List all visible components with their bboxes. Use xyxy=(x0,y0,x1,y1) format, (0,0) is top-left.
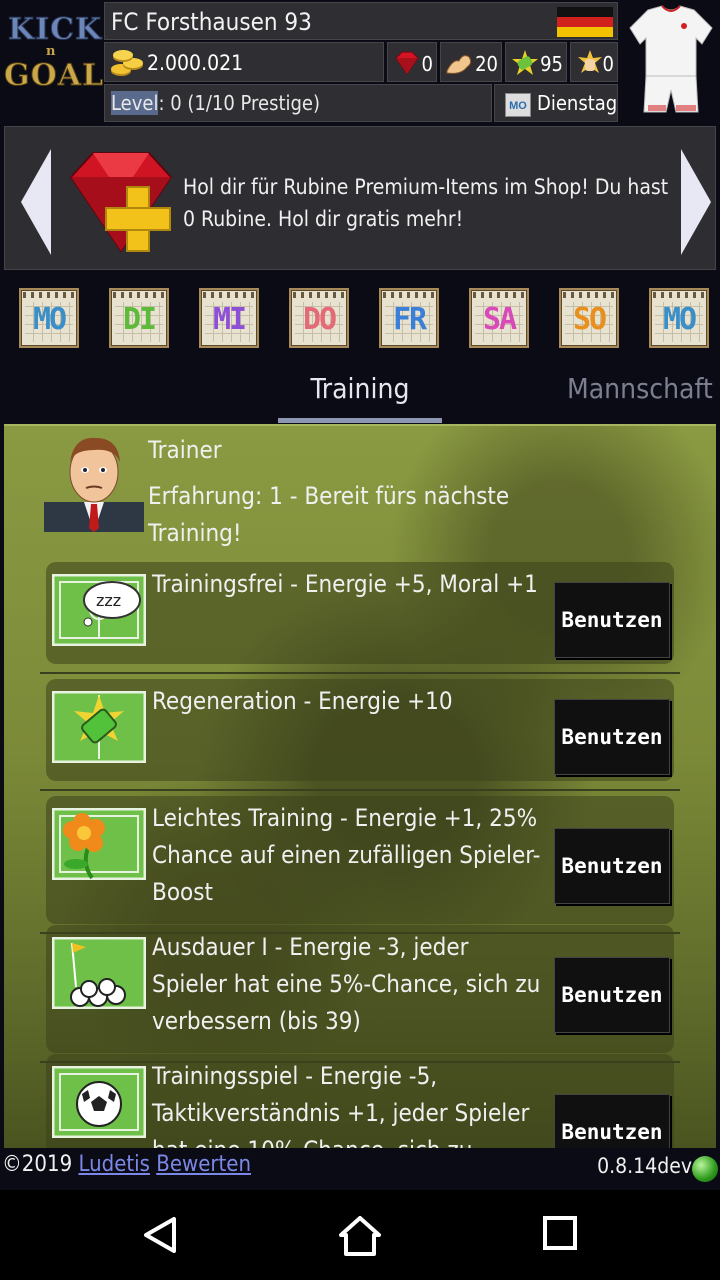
training-description: Ausdauer I - Energie -3, jeder Spieler h… xyxy=(152,929,550,1040)
club-name: FC Forsthausen 93 xyxy=(111,8,312,36)
level-value: : 0 (1/10 Prestige) xyxy=(158,91,321,115)
current-day: Dienstag xyxy=(537,91,618,115)
stat3-panel[interactable]: 95 xyxy=(505,42,567,82)
calendar-day-label: FR xyxy=(392,302,427,337)
training-row: zzz Trainingsfrei - Energie +5, Moral +1 B… xyxy=(40,562,680,674)
ruby-icon xyxy=(395,51,419,75)
stat3-value: 95 xyxy=(540,52,563,76)
app-screen: KICK n GOAL FC Forsthausen 93 2.000.021 … xyxy=(0,0,720,1190)
row-divider xyxy=(40,672,680,674)
flower-icon xyxy=(52,808,146,880)
training-row: Trainingsspiel - Energie -5, Taktikverst… xyxy=(46,1054,674,1148)
level-panel[interactable]: Level: 0 (1/10 Prestige) xyxy=(104,84,492,122)
club-name-panel[interactable]: FC Forsthausen 93 xyxy=(104,2,618,40)
calendar-day-label: SA xyxy=(482,302,517,337)
trainer-experience: Erfahrung: 1 - Bereit fürs nächste Train… xyxy=(148,482,510,547)
strength-panel[interactable]: 20 xyxy=(440,42,502,82)
training-row: Regeneration - Energie +10 Benutzen xyxy=(40,679,680,791)
calendar-day-7[interactable]: MO xyxy=(649,288,709,348)
training-name: Trainingsspiel xyxy=(152,1062,299,1090)
version-text: 0.8.14dev xyxy=(597,1154,692,1178)
android-nav-bar xyxy=(0,1190,720,1280)
training-description: Trainingsspiel - Energie -5, Taktikverst… xyxy=(152,1058,550,1148)
tab-training[interactable]: Training xyxy=(278,372,442,405)
training-description: Leichtes Training - Energie +1, 25% Chan… xyxy=(152,800,550,911)
money-panel[interactable]: 2.000.021 xyxy=(104,42,384,82)
online-status-icon xyxy=(692,1156,718,1182)
ludetis-link[interactable]: Ludetis xyxy=(78,1152,150,1177)
row-divider xyxy=(40,789,680,791)
home-icon[interactable] xyxy=(338,1215,382,1257)
recents-icon[interactable] xyxy=(542,1215,578,1251)
training-name: Ausdauer I xyxy=(152,933,268,961)
calendar-day-label: MI xyxy=(212,302,247,337)
use-training-button[interactable]: Benutzen xyxy=(554,1094,670,1148)
calendar-day-label: DO xyxy=(302,302,337,337)
calendar-day-3[interactable]: DO xyxy=(289,288,349,348)
hand-burst-icon xyxy=(578,50,602,73)
training-effect: - Energie +10 xyxy=(296,687,453,715)
ruby-plus-icon xyxy=(69,152,173,253)
training-name: Leichtes Training xyxy=(152,804,334,832)
copyright-text: ©2019 xyxy=(2,1152,79,1177)
battery-icon xyxy=(52,691,146,763)
use-training-button[interactable]: Benutzen xyxy=(554,828,670,904)
trainer-avatar xyxy=(44,437,144,532)
coins-icon xyxy=(111,50,143,76)
active-tab-indicator xyxy=(278,418,442,423)
use-training-button[interactable]: Benutzen xyxy=(554,957,670,1033)
rubies-value: 0 xyxy=(421,52,433,76)
banner-text: Hol dir für Rubine Premium-Items im Shop… xyxy=(183,175,669,231)
current-day-panel[interactable]: MO Dienstag xyxy=(494,84,618,122)
rate-link[interactable]: Bewerten xyxy=(156,1152,251,1177)
calendar-day-2[interactable]: MI xyxy=(199,288,259,348)
trainer-title: Trainer xyxy=(148,436,222,464)
football-icon xyxy=(52,1066,146,1138)
calendar-day-6[interactable]: SO xyxy=(559,288,619,348)
training-panel[interactable]: Trainer Erfahrung: 1 - Bereit fürs nächs… xyxy=(4,424,716,1148)
team-jersey-icon[interactable] xyxy=(626,4,716,116)
use-training-button[interactable]: Benutzen xyxy=(554,699,670,775)
training-star-icon xyxy=(512,50,538,75)
calendar-day-5[interactable]: SA xyxy=(469,288,529,348)
back-icon[interactable] xyxy=(140,1215,180,1255)
calendar-day-0[interactable]: MO xyxy=(19,288,79,348)
training-name: Regeneration xyxy=(152,687,297,715)
training-name: Trainingsfrei xyxy=(152,570,284,598)
germany-flag-icon xyxy=(557,7,613,37)
calendar-day-label: MO xyxy=(32,302,67,337)
calendar-mini-icon: MO xyxy=(505,93,531,117)
next-arrow-icon[interactable] xyxy=(677,147,713,257)
premium-banner[interactable]: Hol dir für Rubine Premium-Items im Shop… xyxy=(4,126,716,270)
rubies-panel[interactable]: 0 xyxy=(387,42,437,82)
level-label: Level xyxy=(111,91,159,115)
training-description: Trainingsfrei - Energie +5, Moral +1 xyxy=(152,566,550,603)
calendar-day-label: SO xyxy=(572,302,607,337)
kick-n-goal-logo: KICK n GOAL xyxy=(3,12,105,94)
use-training-button[interactable]: Benutzen xyxy=(554,582,670,658)
training-row: Leichtes Training - Energie +1, 25% Chan… xyxy=(40,796,680,934)
training-row: Ausdauer I - Energie -3, jeder Spieler h… xyxy=(40,925,680,1063)
footer: ©2019 Ludetis Bewerten 0.8.14dev xyxy=(0,1148,720,1184)
stat4-value: 0 xyxy=(602,52,614,76)
training-description: Regeneration - Energie +10 xyxy=(152,683,550,720)
stat4-panel[interactable]: 0 xyxy=(570,42,618,82)
balls-icon xyxy=(52,937,146,1009)
previous-arrow-icon[interactable] xyxy=(19,147,55,257)
svg-text:zzz: zzz xyxy=(96,591,121,610)
sleep-icon: zzz xyxy=(52,574,146,646)
strength-value: 20 xyxy=(475,52,498,76)
training-effect: - Energie +5, Moral +1 xyxy=(283,570,538,598)
calendar-day-1[interactable]: DI xyxy=(109,288,169,348)
calendar-day-label: MO xyxy=(662,302,697,337)
money-value: 2.000.021 xyxy=(147,51,244,75)
calendar-day-label: DI xyxy=(122,302,157,337)
tab-mannschaft[interactable]: Mannschaft xyxy=(567,372,713,405)
muscle-arm-icon xyxy=(446,55,472,74)
calendar-day-4[interactable]: FR xyxy=(379,288,439,348)
